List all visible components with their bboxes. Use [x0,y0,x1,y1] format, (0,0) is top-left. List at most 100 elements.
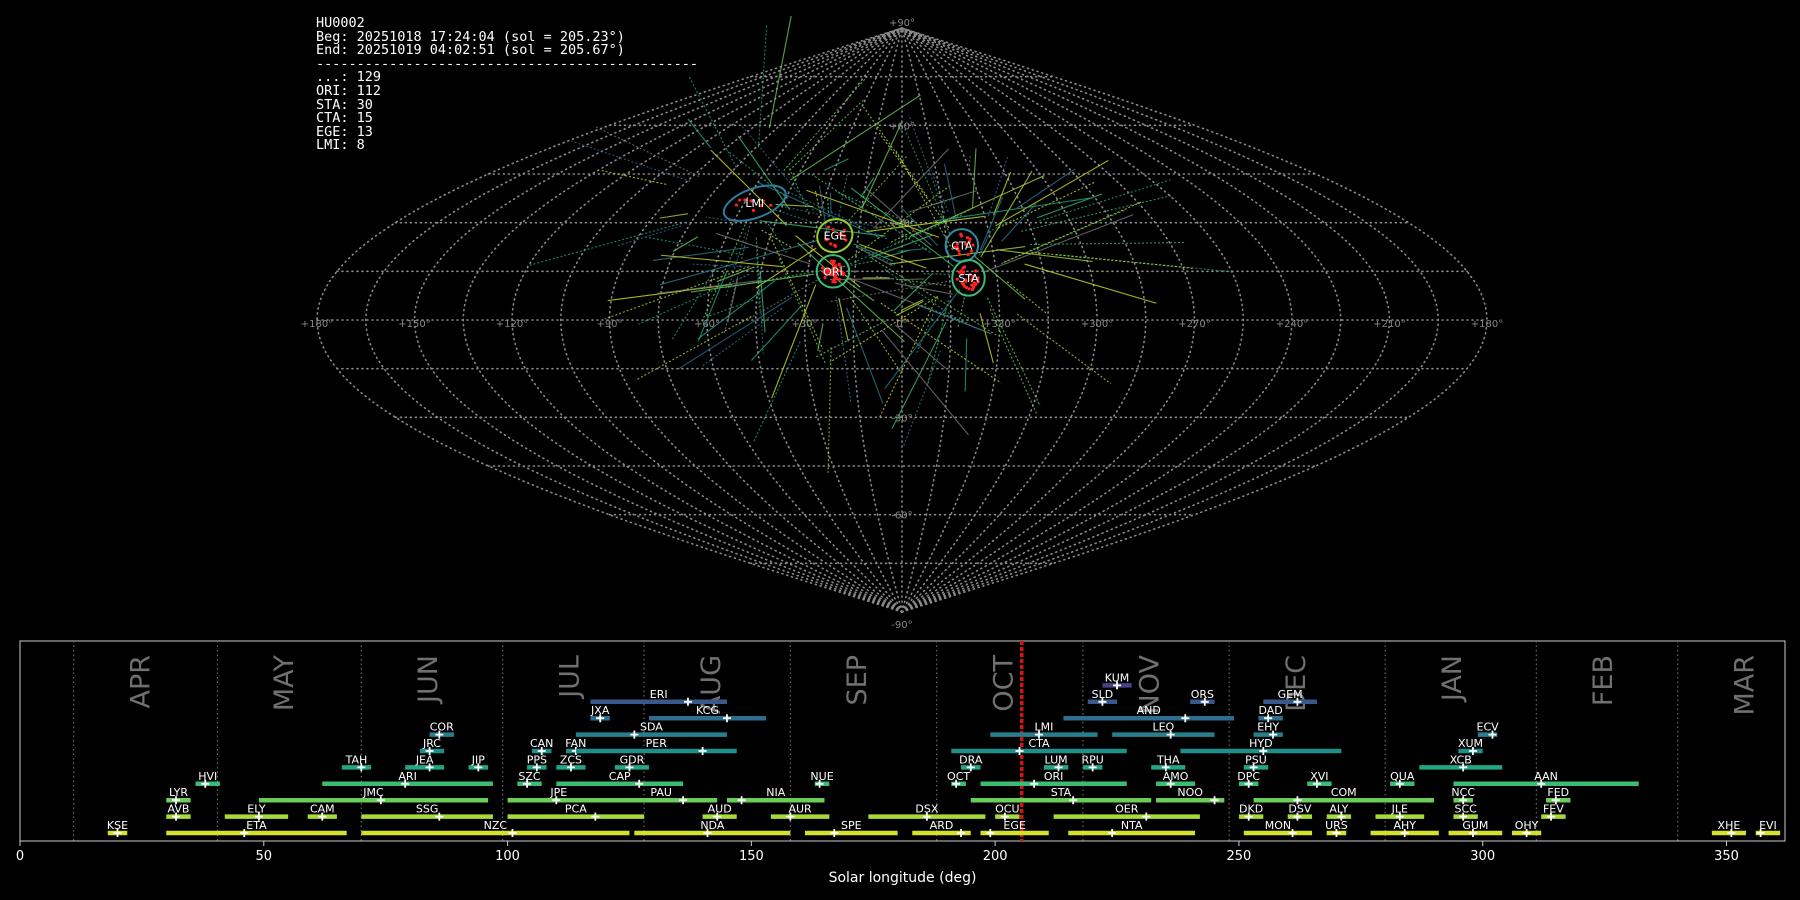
x-tick-label: 100 [495,849,520,864]
shower-label: OCU [995,803,1019,816]
shower-label: NOO [1177,786,1203,799]
shower-label: DRA [959,753,983,766]
shower-label: XVI [1310,770,1328,783]
month-label: APR [125,655,156,709]
shower-label: DAD [1258,704,1282,717]
shower-label: JIP [471,753,485,766]
shower-label: THA [1156,753,1180,766]
shower-label: NCC [1451,786,1475,799]
shower-label: AVB [168,803,190,816]
shower-label: XHE [1718,819,1741,832]
x-tick-label: 200 [983,849,1008,864]
shower-label: NZC [484,819,508,832]
x-tick-label: 150 [739,849,764,864]
shower-label: HYD [1249,737,1272,750]
month-label: MAY [269,655,300,712]
shower-label: PER [646,737,668,750]
x-tick-label: 0 [16,849,24,864]
shower-label: JRC [422,737,441,750]
shower-label: AUR [788,803,812,816]
shower-label: ETA [246,819,267,832]
shower-label: QUA [1390,770,1415,783]
month-label: OCT [988,655,1019,712]
shower-label: OER [1115,803,1139,816]
shower-label: XUM [1458,737,1483,750]
shower-label: LYR [169,786,188,799]
month-label: JAN [1437,655,1468,703]
shower-label: NTA [1121,819,1143,832]
shower-label: SLD [1092,688,1114,701]
shower-timeline-chart: APR MAY JUN JUL AUG SEP OCT NOV DEC JAN FEB MARKUME… [16,640,1786,886]
shower-label: JXA [590,704,610,717]
shower-label: LMI [1034,721,1053,734]
shower-label: ORS [1191,688,1214,701]
shower-label: CTA [1028,737,1050,750]
shower-label: KCG [696,704,719,717]
shower-label: GUM [1462,819,1488,832]
x-tick-label: 300 [1470,849,1495,864]
shower-label: AHY [1393,819,1416,832]
shower-label: GEM [1278,688,1303,701]
month-label: JUN [413,655,444,705]
shower-label: FEV [1543,803,1564,816]
shower-label: JEA [415,753,434,766]
shower-label: SPE [841,819,862,832]
shower-label: NUE [810,770,833,783]
shower-label: ELY [247,803,266,816]
shower-label: OHY [1515,819,1539,832]
shower-label: CAP [609,770,631,783]
shower-label: SZC [518,770,541,783]
shower-label: ECV [1477,721,1500,734]
shower-label: EVI [1759,819,1777,832]
shower-label: DPC [1237,770,1260,783]
shower-label: PPS [527,753,547,766]
shower-label: NDA [700,819,725,832]
shower-label: ZCS [560,753,582,766]
shower-label: PSU [1245,753,1267,766]
shower-label: AND [1137,704,1161,717]
shower-label: NIA [766,786,785,799]
shower-label: FAN [565,737,586,750]
shower-label: PAU [650,786,672,799]
month-label: SEP [842,655,873,705]
shower-label: LEO [1152,721,1174,734]
shower-label: JPE [549,786,567,799]
shower-label: STA [1051,786,1072,799]
month-label: MAR [1729,655,1760,716]
shower-label: XCB [1450,753,1472,766]
shower-label: DSX [915,803,938,816]
month-label: JUL [554,655,585,700]
shower-label: CAM [310,803,335,816]
x-axis-label: Solar longitude (deg) [829,870,977,886]
shower-label: DKD [1239,803,1263,816]
shower-label: COM [1331,786,1357,799]
shower-label: SCC [1454,803,1477,816]
shower-label: SSG [416,803,439,816]
shower-label: ALY [1329,803,1348,816]
shower-label: TAH [345,753,368,766]
shower-label: EGE [1003,819,1025,832]
x-tick-label: 50 [256,849,273,864]
x-tick-label: 250 [1227,849,1252,864]
shower-label: HVI [198,770,217,783]
shower-label: GDR [620,753,645,766]
shower-label: JLE [1391,803,1408,816]
shower-label: AUD [708,803,732,816]
shower-label: ARD [930,819,954,832]
shower-label: CAN [530,737,553,750]
shower-label: COR [430,721,454,734]
shower-label: AMO [1163,770,1189,783]
shower-label: FED [1547,786,1569,799]
shower-label: RPU [1081,753,1103,766]
shower-label: KSE [107,819,128,832]
shower-label: KUM [1105,671,1129,684]
shower-label: OCT [947,770,970,783]
shower-label: URS [1325,819,1348,832]
x-tick-label: 350 [1714,849,1739,864]
shower-label: ORI [1044,770,1064,783]
shower-label: LUM [1045,753,1068,766]
shower-label: DSV [1288,803,1311,816]
month-label: FEB [1588,655,1619,706]
shower-label: MON [1265,819,1291,832]
shower-label: EHY [1257,721,1279,734]
